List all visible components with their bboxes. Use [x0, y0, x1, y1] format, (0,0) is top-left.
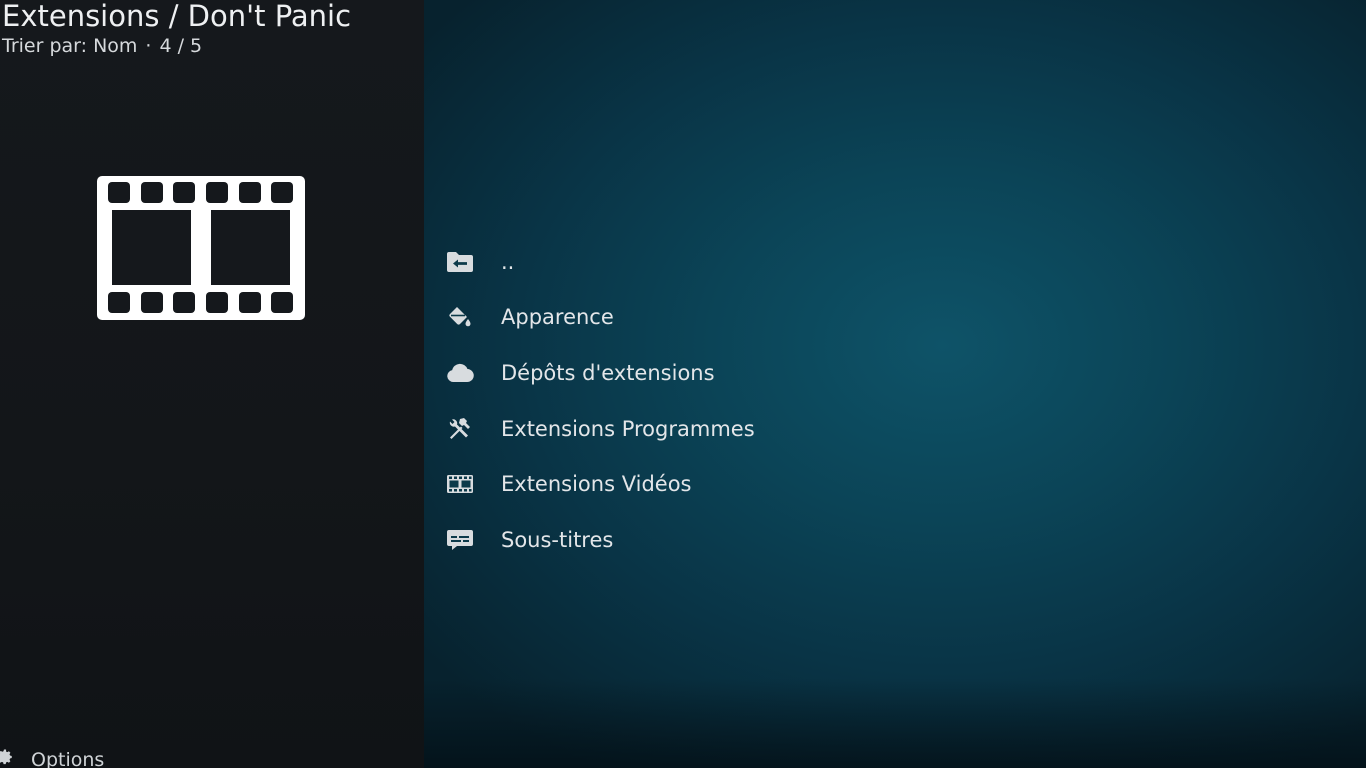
paint-bucket-icon [440, 302, 480, 332]
app-window: Extensions / Don't Panic Trier par: Nom ·… [0, 0, 1366, 768]
list-item-sous-titres[interactable]: Sous-titres [440, 512, 1140, 568]
list-item-label: Dépôts d'extensions [501, 360, 715, 385]
sort-info: Trier par: Nom · 4 / 5 [2, 33, 202, 59]
tools-icon [440, 414, 480, 444]
options-button[interactable]: Options [0, 748, 104, 768]
list-item-label: Extensions Programmes [501, 416, 755, 441]
options-label: Options [31, 748, 105, 768]
subtitles-icon [440, 525, 480, 555]
item-position: 4 / 5 [159, 35, 203, 57]
list-item-label: Extensions Vidéos [501, 472, 692, 497]
list-item-apparence[interactable]: Apparence [440, 290, 1140, 346]
list-item-label: Apparence [501, 305, 614, 330]
list-item-label: .. [501, 249, 515, 274]
extension-category-list: .. Apparence Dépôts d'extensions Extensi… [440, 234, 1140, 568]
film-strip-icon [96, 175, 306, 321]
list-item-extensions-videos[interactable]: Extensions Vidéos [440, 456, 1140, 512]
film-icon [440, 469, 480, 499]
sort-label[interactable]: Trier par: Nom [2, 35, 137, 57]
page-title: Extensions / Don't Panic [2, 0, 352, 33]
list-item-label: Sous-titres [501, 527, 614, 552]
list-item-extensions-programmes[interactable]: Extensions Programmes [440, 401, 1140, 457]
list-item-depots-extensions[interactable]: Dépôts d'extensions [440, 345, 1140, 401]
info-panel: Extensions / Don't Panic Trier par: Nom ·… [0, 0, 424, 768]
separator: · [145, 35, 152, 57]
list-item-parent-folder[interactable]: .. [440, 234, 1140, 290]
gear-icon [0, 748, 14, 768]
cloud-icon [440, 358, 480, 388]
folder-back-icon [440, 247, 480, 277]
